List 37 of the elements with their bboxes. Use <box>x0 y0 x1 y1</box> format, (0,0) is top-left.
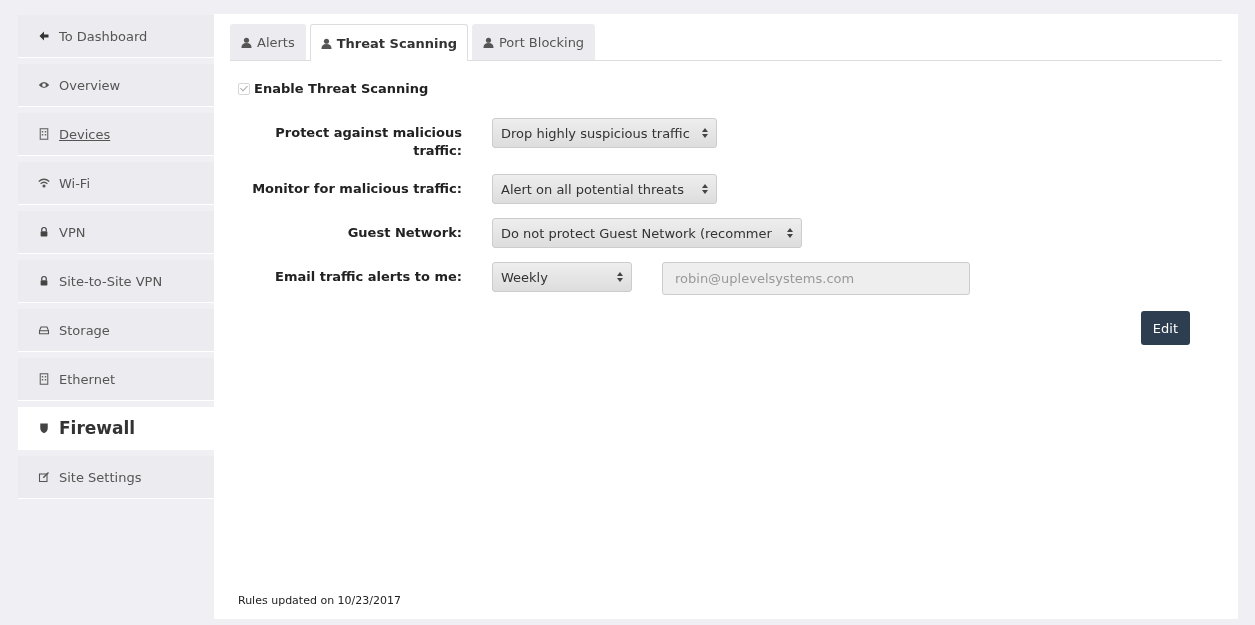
sidebar-item[interactable]: Firewall <box>18 407 214 450</box>
eye-icon <box>38 79 50 91</box>
select-dropdown[interactable]: Alert on all potential threats <box>492 174 717 204</box>
select-dropdown[interactable]: Weekly <box>492 262 632 292</box>
tab[interactable]: Alerts <box>230 24 306 60</box>
select-dropdown[interactable]: Do not protect Guest Network (recommer <box>492 218 802 248</box>
drive-icon <box>38 324 50 336</box>
user-icon <box>482 37 494 48</box>
wifi-icon <box>38 177 50 189</box>
edit-button[interactable]: Edit <box>1140 311 1190 345</box>
building-icon <box>38 373 50 385</box>
building-icon <box>38 128 50 140</box>
sidebar-item[interactable]: VPN <box>18 211 214 254</box>
tab[interactable]: Threat Scanning <box>309 24 468 61</box>
sidebar-item[interactable]: Site Settings <box>18 456 214 499</box>
sidebar-item[interactable]: Site-to-Site VPN <box>18 260 214 303</box>
sidebar-item[interactable]: Ethernet <box>18 358 214 401</box>
sidebar-item[interactable]: Devices <box>18 113 214 156</box>
checkbox-label: Enable Threat Scanning <box>254 81 429 96</box>
edit-icon <box>38 471 50 483</box>
arrow-icon <box>38 30 50 42</box>
field-label: Email traffic alerts to me: <box>274 268 462 286</box>
user-icon <box>241 37 252 48</box>
sidebar-item[interactable]: Wi-Fi <box>18 162 214 205</box>
footer-text: Rules updated on 10/23/2017 <box>238 594 402 607</box>
sidebar-item[interactable]: To Dashboard <box>18 15 214 58</box>
select-dropdown[interactable]: Drop highly suspicious traffic <box>492 118 717 148</box>
lock-icon <box>38 226 50 238</box>
user-icon <box>320 37 332 49</box>
field-label: Protect against malicious traffic: <box>274 124 462 160</box>
lock-icon <box>38 275 50 287</box>
shield-icon <box>38 422 50 434</box>
sidebar-item[interactable]: Overview <box>18 64 214 107</box>
tab[interactable]: Port Blocking <box>471 24 596 60</box>
field-label: Guest Network: <box>346 224 462 242</box>
sidebar-item[interactable]: Storage <box>18 309 214 352</box>
field-label: Monitor for malicious traffic: <box>251 180 462 198</box>
